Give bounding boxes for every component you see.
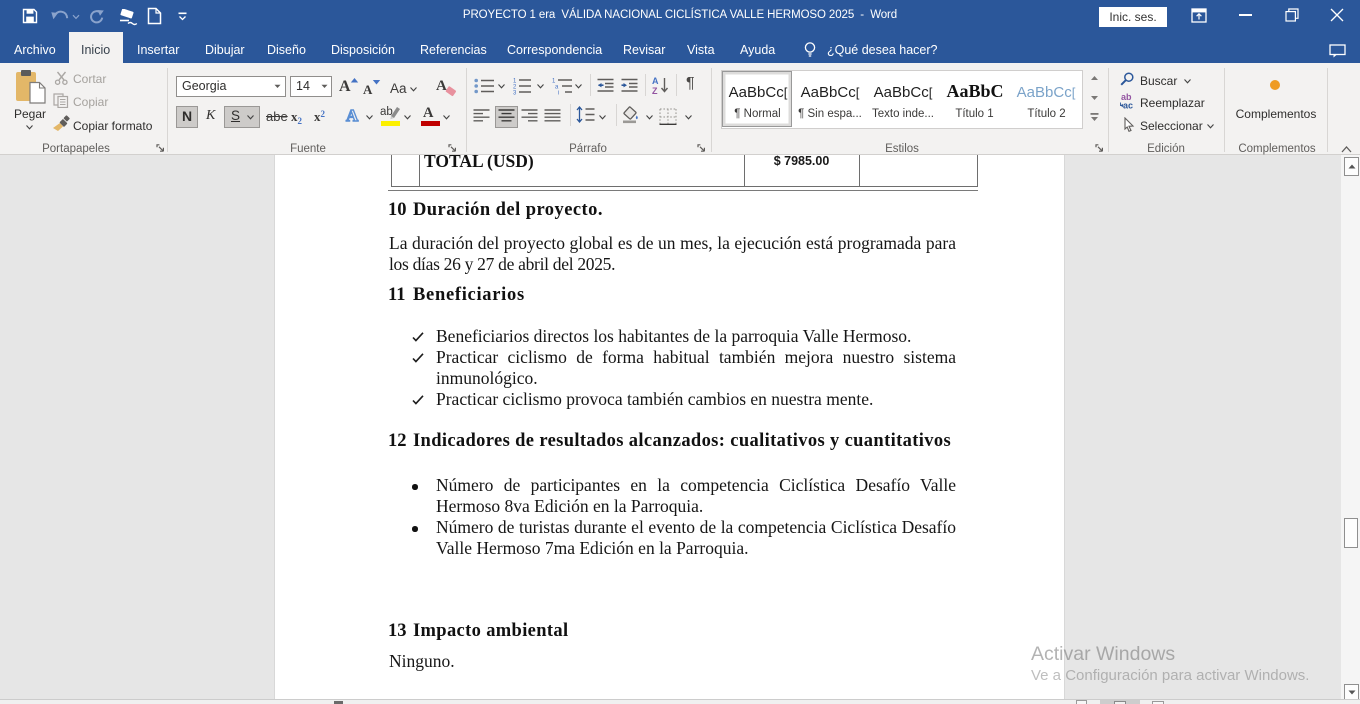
svg-text:A: A	[652, 76, 659, 86]
svg-text:i: i	[558, 91, 559, 96]
svg-text:3: 3	[513, 91, 517, 96]
svg-text:ac: ac	[1123, 101, 1133, 110]
svg-text:Z: Z	[652, 86, 658, 95]
